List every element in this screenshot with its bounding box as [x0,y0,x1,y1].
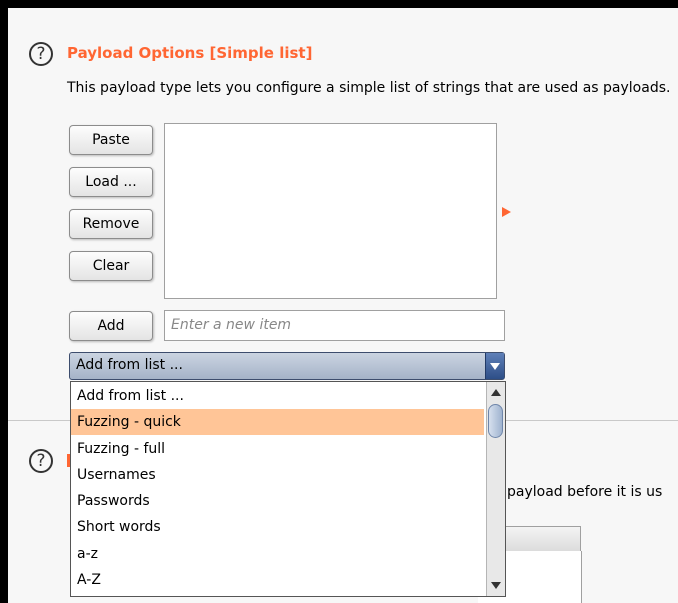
dropdown-scrollbar[interactable] [486,382,505,596]
dropdown-option[interactable]: Usernames [71,462,484,488]
load-button[interactable]: Load ... [69,167,153,197]
new-item-input[interactable]: Enter a new item [164,310,505,341]
scroll-down-icon[interactable] [491,582,501,589]
add-button[interactable]: Add [69,311,153,341]
dropdown-option[interactable]: Add from list ... [71,383,484,409]
dropdown-option[interactable]: a-z [71,541,484,567]
help-icon[interactable]: ? [29,449,53,473]
add-from-list-selected: Add from list ... [76,357,183,373]
clear-button[interactable]: Clear [69,251,153,281]
add-from-list-select[interactable]: Add from list ... [69,352,505,380]
dropdown-option[interactable]: Passwords [71,488,484,514]
help-icon[interactable]: ? [29,42,53,66]
dropdown-option[interactable]: Fuzzing - full [71,436,484,462]
section-title: Payload Options [Simple list] [67,44,313,62]
dropdown-option[interactable]: A-Z [71,567,484,593]
dropdown-option[interactable]: Short words [71,514,484,540]
section-description: This payload type lets you configure a s… [67,80,671,96]
expand-arrow-icon[interactable] [502,207,511,217]
payloads-panel: ? Payload Options [Simple list] This pay… [8,8,678,603]
remove-button[interactable]: Remove [69,209,153,239]
scroll-thumb[interactable] [488,404,503,438]
paste-button[interactable]: Paste [69,125,153,155]
scroll-up-icon[interactable] [491,389,501,396]
add-from-list-dropdown: Add from list ... Fuzzing - quick Fuzzin… [70,381,506,597]
payload-list[interactable] [164,123,497,299]
dropdown-arrow-icon[interactable] [485,353,504,379]
section-description-fragment: ch payload before it is us [486,484,663,500]
dropdown-option-highlighted[interactable]: Fuzzing - quick [71,409,484,435]
